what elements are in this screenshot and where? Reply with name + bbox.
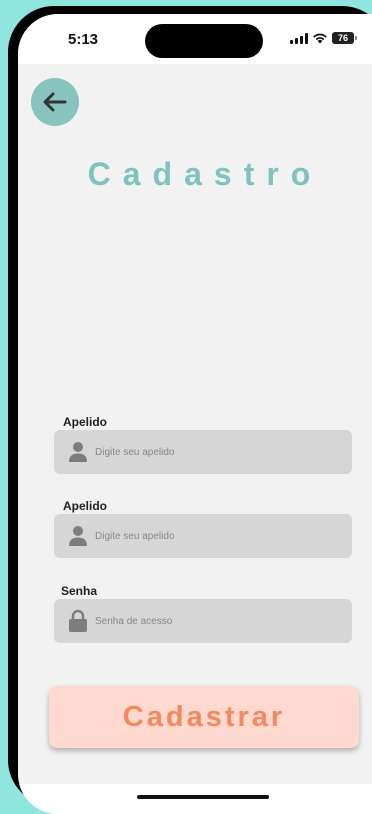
register-button[interactable]: Cadastrar [49, 686, 359, 748]
status-bar: 5:13 76 [18, 14, 372, 64]
bottom-bar [18, 784, 372, 814]
nickname-input[interactable]: Digite seu apelido [54, 430, 352, 474]
battery-icon: 76 [332, 32, 357, 44]
nickname-label-2: Apelido [63, 499, 107, 513]
user-icon [67, 440, 89, 464]
page-title: Cadastro [87, 156, 323, 192]
back-button[interactable] [31, 78, 79, 126]
home-indicator[interactable] [137, 795, 269, 799]
phone-frame: 5:13 76 Cadastro Apelido Digite seu apel… [8, 6, 372, 814]
user-icon [67, 524, 89, 548]
signal-icon [290, 32, 308, 44]
nickname-input-2[interactable]: Digite seu apelido [54, 514, 352, 558]
password-input[interactable]: Senha de acesso [54, 599, 352, 643]
dynamic-island [145, 24, 263, 58]
lock-icon [67, 609, 89, 633]
arrow-left-icon [43, 92, 67, 112]
wifi-icon [313, 33, 327, 44]
nickname-label: Apelido [63, 415, 107, 429]
nickname-placeholder: Digite seu apelido [95, 446, 175, 458]
password-placeholder: Senha de acesso [95, 615, 173, 627]
app-screen: 5:13 76 Cadastro Apelido Digite seu apel… [18, 14, 372, 814]
nickname-placeholder-2: Digite seu apelido [95, 530, 175, 542]
password-label: Senha [61, 584, 98, 598]
status-icons: 76 [290, 32, 357, 44]
status-time: 5:13 [68, 31, 99, 48]
